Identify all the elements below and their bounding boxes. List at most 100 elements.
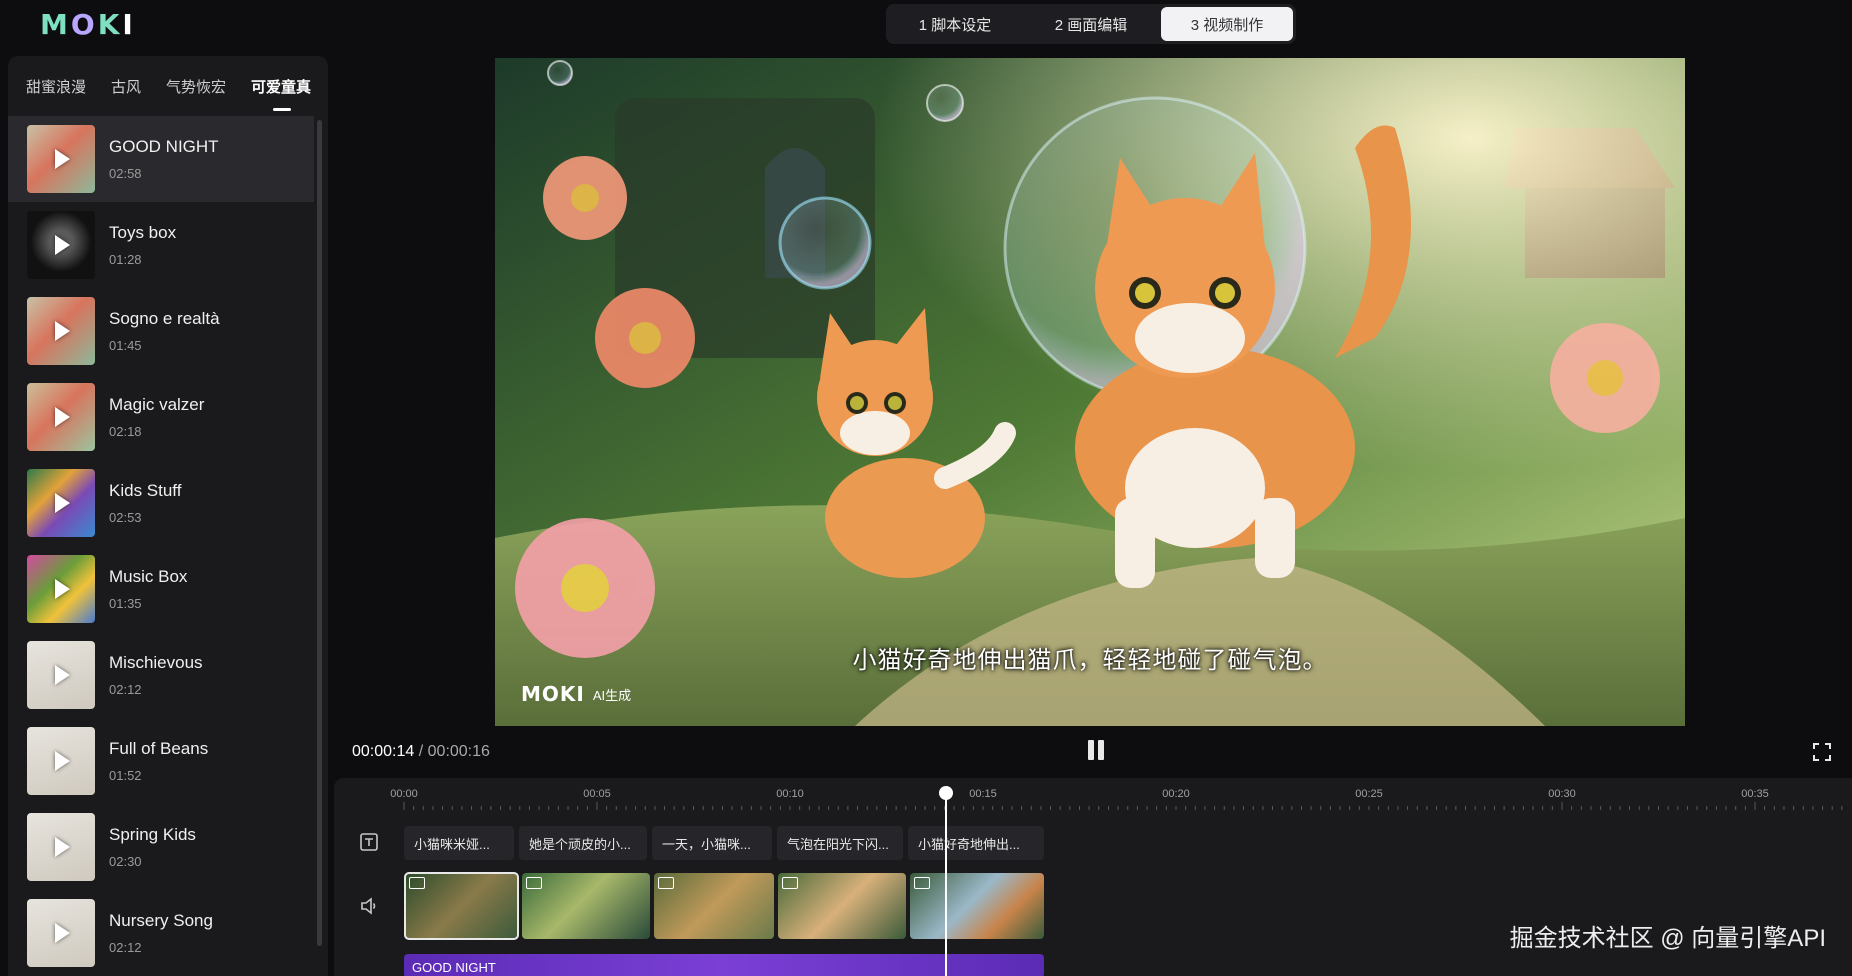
timeline-playhead[interactable]: [939, 786, 953, 976]
category-tab-romantic[interactable]: 甜蜜浪漫: [26, 76, 86, 97]
play-icon[interactable]: [55, 235, 70, 255]
play-icon[interactable]: [55, 837, 70, 857]
track-duration: 02:12: [109, 940, 142, 955]
preview-scene-illustration: [495, 58, 1685, 726]
playback-time: 00:00:14 / 00:00:16: [352, 743, 490, 761]
video-clip[interactable]: [910, 873, 1044, 939]
play-icon[interactable]: [55, 923, 70, 943]
track-cover: [27, 297, 95, 365]
audio-track[interactable]: GOOD NIGHT: [404, 954, 1044, 976]
tick-label: 00:10: [776, 788, 804, 800]
track-cover: [27, 641, 95, 709]
video-clip[interactable]: [522, 873, 650, 939]
pause-button[interactable]: [1086, 740, 1106, 762]
watermark-logo: MOKI: [521, 682, 585, 706]
category-tab-epic[interactable]: 气势恢宏: [166, 76, 226, 97]
play-icon[interactable]: [55, 579, 70, 599]
track-title: Sogno e realtà: [109, 309, 220, 328]
track-item[interactable]: Mischievous 02:12: [8, 632, 314, 718]
caption-segment[interactable]: 小猫好奇地伸出...: [908, 826, 1044, 860]
volume-icon[interactable]: [359, 896, 379, 916]
category-tab-cute-kids[interactable]: 可爱童真: [251, 76, 311, 111]
track-duration: 02:30: [109, 854, 142, 869]
track-duration: 01:28: [109, 252, 142, 267]
play-icon[interactable]: [55, 751, 70, 771]
track-item[interactable]: Nursery Song 02:12: [8, 890, 314, 976]
track-item[interactable]: Full of Beans 01:52: [8, 718, 314, 804]
track-duration: 02:12: [109, 682, 142, 697]
track-item[interactable]: Music Box 01:35: [8, 546, 314, 632]
tick-label: 00:35: [1741, 788, 1769, 800]
step-script-setup[interactable]: 1 脚本设定: [889, 7, 1021, 41]
track-title: Magic valzer: [109, 395, 205, 414]
timeline-ruler[interactable]: 00:00 00:05 00:10 00:15 00:20 00:25 00:3…: [334, 778, 1852, 812]
track-item[interactable]: Magic valzer 02:18: [8, 374, 314, 460]
track-title: Nursery Song: [109, 911, 213, 930]
ruler-ticks: [403, 802, 1843, 810]
track-title: Toys box: [109, 223, 177, 242]
caption-segment[interactable]: 一天，小猫咪...: [652, 826, 772, 860]
track-list: GOOD NIGHT 02:58 Toys box 01:28 Sogno e re…: [8, 116, 314, 976]
preview-watermark: MOKI AI生成: [521, 682, 631, 706]
moki-logo: MOKI: [40, 7, 134, 41]
music-sidebar: 甜蜜浪漫 古风 气势恢宏 可爱童真 GOOD NIGHT 02:58 Toys b…: [8, 56, 328, 976]
track-duration: 01:45: [109, 338, 142, 353]
current-time: 00:00:14: [352, 743, 415, 760]
track-item[interactable]: Spring Kids 02:30: [8, 804, 314, 890]
tick-label: 00:20: [1162, 788, 1190, 800]
video-camera-icon: [409, 877, 425, 889]
music-category-tabs: 甜蜜浪漫 古风 气势恢宏 可爱童真: [8, 56, 328, 116]
tick-label: 00:30: [1548, 788, 1576, 800]
community-watermark: 掘金技术社区 @ 向量引擎API: [1509, 925, 1826, 952]
track-title: Kids Stuff: [109, 481, 182, 500]
track-cover: [27, 727, 95, 795]
track-title: GOOD NIGHT: [109, 137, 219, 156]
play-icon[interactable]: [55, 407, 70, 427]
video-subtitle: 小猫好奇地伸出猫爪，轻轻地碰了碰气泡。: [852, 647, 1328, 674]
fullscreen-icon[interactable]: [1812, 742, 1832, 762]
play-icon[interactable]: [55, 321, 70, 341]
caption-segment[interactable]: 小猫咪米娅...: [404, 826, 514, 860]
track-duration: 01:52: [109, 768, 142, 783]
caption-segment[interactable]: 她是个顽皮的小...: [519, 826, 647, 860]
track-duration: 01:35: [109, 596, 142, 611]
time-separator: /: [418, 743, 424, 760]
tick-label: 00:05: [583, 788, 611, 800]
video-preview[interactable]: 小猫好奇地伸出猫爪，轻轻地碰了碰气泡。 MOKI AI生成: [495, 58, 1685, 726]
track-title: Mischievous: [109, 653, 203, 672]
track-item[interactable]: Kids Stuff 02:53: [8, 460, 314, 546]
tick-label: 00:25: [1355, 788, 1383, 800]
step-tabs: 1 脚本设定 2 画面编辑 3 视频制作: [886, 4, 1296, 44]
video-clip[interactable]: [404, 872, 519, 940]
track-cover: [27, 813, 95, 881]
track-cover: [27, 555, 95, 623]
track-item[interactable]: Sogno e realtà 01:45: [8, 288, 314, 374]
play-icon[interactable]: [55, 665, 70, 685]
play-icon[interactable]: [55, 149, 70, 169]
video-camera-icon: [782, 877, 798, 889]
step-video-production[interactable]: 3 视频制作: [1161, 7, 1293, 41]
category-tab-ancient[interactable]: 古风: [111, 76, 141, 97]
pause-icon: [1088, 740, 1094, 760]
ai-generated-label: AI生成: [592, 687, 632, 703]
track-duration: 02:58: [109, 166, 142, 181]
caption-segment[interactable]: 气泡在阳光下闪...: [777, 826, 903, 860]
play-icon[interactable]: [55, 493, 70, 513]
track-duration: 02:53: [109, 510, 142, 525]
track-cover: [27, 211, 95, 279]
sidebar-scrollbar[interactable]: [317, 120, 322, 946]
text-track-icon[interactable]: [359, 832, 379, 852]
video-clip[interactable]: [654, 873, 774, 939]
track-cover: [27, 383, 95, 451]
video-clip[interactable]: [778, 873, 906, 939]
track-title: Full of Beans: [109, 739, 209, 758]
track-item[interactable]: GOOD NIGHT 02:58: [8, 116, 314, 202]
tick-label: 00:15: [969, 788, 997, 800]
tick-label: 00:00: [390, 788, 418, 800]
video-camera-icon: [658, 877, 674, 889]
track-cover: [27, 899, 95, 967]
step-scene-edit[interactable]: 2 画面编辑: [1025, 7, 1157, 41]
track-item[interactable]: Toys box 01:28: [8, 202, 314, 288]
track-cover: [27, 125, 95, 193]
video-camera-icon: [526, 877, 542, 889]
